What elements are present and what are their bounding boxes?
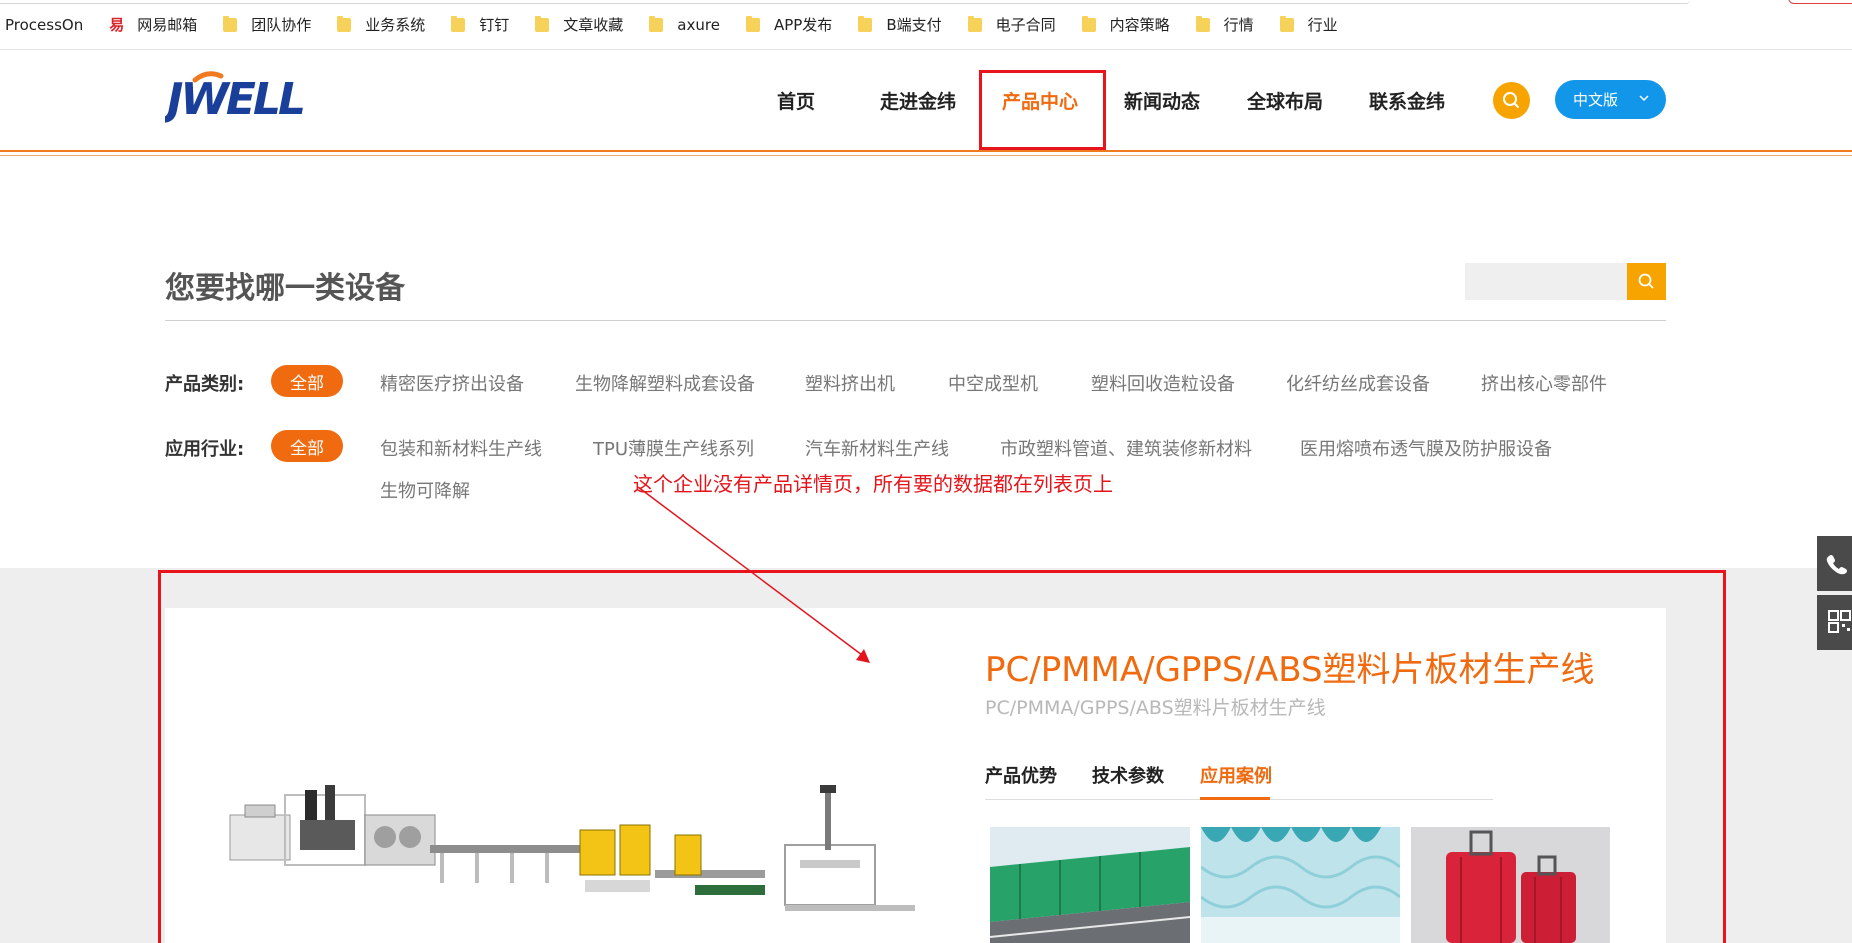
industry-option[interactable]: 生物可降解 xyxy=(380,477,470,503)
category-option[interactable]: 生物降解塑料成套设备 xyxy=(575,370,755,396)
bookmark-label: 行业 xyxy=(1307,16,1338,34)
annotation-note: 这个企业没有产品详情页，所有要的数据都在列表页上 xyxy=(633,472,1113,496)
category-all-pill[interactable]: 全部 xyxy=(271,365,343,397)
bookmark-folder[interactable]: 电子合同 xyxy=(967,14,1056,35)
bookmark-folder[interactable]: 业务系统 xyxy=(337,14,425,35)
search-button[interactable] xyxy=(1627,263,1666,300)
bookmark-label: 钉钉 xyxy=(479,16,510,34)
folder-icon xyxy=(858,15,873,32)
bookmark-label: B端支付 xyxy=(886,16,942,34)
bookmark-processon[interactable]: ProcessOn xyxy=(5,16,83,34)
phone-icon xyxy=(1826,555,1847,575)
language-label: 中文版 xyxy=(1573,91,1619,109)
bookmark-label: 行情 xyxy=(1223,16,1254,34)
bookmark-folder[interactable]: B端支付 xyxy=(858,14,942,35)
bookmark-label: 电子合同 xyxy=(995,16,1056,34)
category-option[interactable]: 塑料回收造粒设备 xyxy=(1091,370,1235,396)
category-option[interactable]: 塑料挤出机 xyxy=(805,370,895,396)
phone-float-button[interactable] xyxy=(1817,536,1852,591)
industry-option[interactable]: 医用熔喷布透气膜及防护服设备 xyxy=(1300,435,1552,461)
bookmark-label: 团队协作 xyxy=(251,16,312,34)
folder-icon xyxy=(1195,15,1210,32)
annotation-highlight-product xyxy=(158,570,1726,943)
nav-about[interactable]: 走进金纬 xyxy=(880,87,956,114)
bookmark-folder[interactable]: 团队协作 xyxy=(223,14,311,35)
bookmark-netease-mail[interactable]: 易 网易邮箱 xyxy=(109,14,197,35)
bookmark-label: 文章收藏 xyxy=(563,16,624,34)
category-option[interactable]: 中空成型机 xyxy=(948,370,1038,396)
header-divider-thin xyxy=(0,155,1852,156)
bookmark-folder[interactable]: 行情 xyxy=(1195,14,1254,35)
language-select[interactable]: 中文版 xyxy=(1555,80,1666,119)
site-header: JWELL 首页 走进金纬 产品中心 新闻动态 全球布局 联系金纬 中文版 xyxy=(0,50,1852,156)
bookmark-folder[interactable]: 行业 xyxy=(1279,14,1338,35)
category-option[interactable]: 精密医疗挤出设备 xyxy=(380,370,524,396)
industry-option[interactable]: 汽车新材料生产线 xyxy=(805,435,949,461)
qrcode-icon xyxy=(1828,610,1851,633)
category-label: 产品类别: xyxy=(165,374,245,395)
folder-icon xyxy=(337,15,352,32)
nav-contact[interactable]: 联系金纬 xyxy=(1369,87,1445,114)
folder-icon xyxy=(1279,15,1294,32)
folder-icon xyxy=(223,15,238,32)
folder-icon xyxy=(967,15,982,32)
nav-news[interactable]: 新闻动态 xyxy=(1124,87,1200,114)
profile-button-edge[interactable] xyxy=(1788,0,1852,4)
bookmark-label: ProcessOn xyxy=(5,15,84,34)
jwell-logo[interactable]: JWELL xyxy=(165,68,310,124)
bookmark-label: axure xyxy=(677,15,720,34)
industry-option[interactable]: 市政塑料管道、建筑装修新材料 xyxy=(1000,435,1252,461)
page-title: 您要找哪一类设备 xyxy=(165,271,405,306)
nav-global[interactable]: 全球布局 xyxy=(1247,87,1323,114)
mail-icon: 易 xyxy=(109,15,125,34)
annotation-highlight-nav xyxy=(979,70,1106,150)
svg-text:JWELL: JWELL xyxy=(165,74,303,124)
bookmark-label: 业务系统 xyxy=(365,16,426,34)
industry-option[interactable]: 包装和新材料生产线 xyxy=(380,435,542,461)
folder-icon xyxy=(1081,15,1096,32)
bookmark-folder[interactable]: 文章收藏 xyxy=(535,14,623,35)
bookmark-label: 内容策略 xyxy=(1109,16,1170,34)
folder-icon xyxy=(451,15,466,32)
folder-icon xyxy=(745,15,760,32)
header-divider xyxy=(0,150,1852,152)
chevron-down-icon xyxy=(1639,95,1649,102)
category-option[interactable]: 化纤纺丝成套设备 xyxy=(1286,370,1430,396)
search-input[interactable] xyxy=(1465,263,1627,300)
bookmark-label: APP发布 xyxy=(773,16,833,34)
address-bar-edge xyxy=(0,0,1690,4)
bookmark-folder[interactable]: 内容策略 xyxy=(1081,14,1170,35)
header-search-button[interactable] xyxy=(1493,82,1530,119)
category-option[interactable]: 挤出核心零部件 xyxy=(1481,370,1607,396)
bookmark-label: 网易邮箱 xyxy=(137,16,198,34)
nav-home[interactable]: 首页 xyxy=(777,87,815,114)
bookmark-folder[interactable]: APP发布 xyxy=(745,14,833,35)
industry-all-pill[interactable]: 全部 xyxy=(271,430,343,462)
search-icon xyxy=(1638,273,1654,289)
bookmark-folder[interactable]: axure xyxy=(649,15,720,34)
bookmark-folder[interactable]: 钉钉 xyxy=(451,14,509,35)
folder-icon xyxy=(649,15,664,32)
bookmarks-bar: ProcessOn 易 网易邮箱 团队协作 业务系统 钉钉 文章收藏 axure… xyxy=(0,0,1852,50)
title-divider xyxy=(165,320,1666,321)
industry-option[interactable]: TPU薄膜生产线系列 xyxy=(593,435,754,461)
search-icon xyxy=(1503,92,1519,108)
folder-icon xyxy=(535,15,550,32)
industry-label: 应用行业: xyxy=(165,439,245,460)
qrcode-float-button[interactable] xyxy=(1817,595,1852,650)
